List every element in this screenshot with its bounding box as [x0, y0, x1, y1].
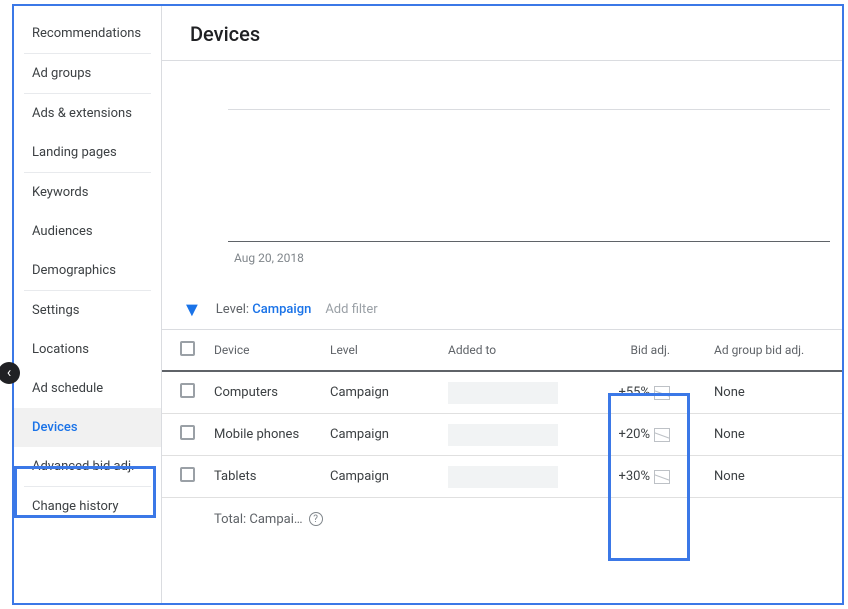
cell-device[interactable]: Mobile phones: [212, 427, 330, 442]
sidebar-item-keywords[interactable]: Keywords: [24, 173, 151, 212]
cell-added-to: [448, 382, 558, 404]
sidebar-item-devices[interactable]: Devices: [14, 408, 161, 447]
info-icon[interactable]: ?: [309, 512, 323, 526]
sidebar-item-ads-extensions[interactable]: Ads & extensions: [24, 94, 151, 133]
cell-added-to: [448, 466, 558, 488]
sidebar-item-settings[interactable]: Settings: [24, 291, 151, 330]
sidebar-item-change-history[interactable]: Change history: [24, 487, 151, 526]
checkbox-all[interactable]: [180, 341, 195, 356]
chart-date-label: Aug 20, 2018: [234, 251, 304, 265]
cell-bid-adj[interactable]: +55%: [598, 385, 698, 400]
filter-chip-prefix: Level:: [216, 302, 252, 317]
sidebar: Recommendations Ad groups Ads & extensio…: [14, 6, 162, 603]
sidebar-item-ad-groups[interactable]: Ad groups: [24, 54, 151, 93]
table-row: Mobile phones Campaign +20% None: [162, 414, 842, 456]
col-header-adgroup-bid-adj[interactable]: Ad group bid adj.: [698, 343, 842, 357]
table-footer-row: Total: Campai…?: [162, 498, 842, 540]
table-row: Tablets Campaign +30% None: [162, 456, 842, 498]
sidebar-item-landing-pages[interactable]: Landing pages: [24, 133, 151, 172]
sidebar-item-audiences[interactable]: Audiences: [24, 212, 151, 251]
cell-device[interactable]: Computers: [212, 385, 330, 400]
chart-gridline: [228, 109, 830, 110]
sidebar-item-recommendations[interactable]: Recommendations: [24, 14, 151, 53]
checkbox-row[interactable]: [180, 467, 195, 482]
cell-bid-adj[interactable]: +20%: [598, 427, 698, 442]
col-header-device[interactable]: Device: [212, 343, 330, 357]
col-header-bid-adj[interactable]: Bid adj.: [598, 343, 698, 357]
table-row: Computers Campaign +55% None: [162, 372, 842, 414]
filter-icon[interactable]: ▼: [182, 299, 202, 319]
edit-icon[interactable]: [654, 386, 670, 400]
cell-bid-adj[interactable]: +30%: [598, 469, 698, 484]
chart-area: Aug 20, 2018: [162, 61, 842, 281]
cell-level: Campaign: [330, 385, 448, 400]
edit-icon[interactable]: [654, 470, 670, 484]
filter-bar: ▼ Level: Campaign Add filter: [162, 281, 842, 329]
edit-icon[interactable]: [654, 428, 670, 442]
checkbox-row[interactable]: [180, 425, 195, 440]
cell-adgroup-bid-adj: None: [698, 427, 842, 442]
sidebar-item-ad-schedule[interactable]: Ad schedule: [24, 369, 151, 408]
cell-level: Campaign: [330, 469, 448, 484]
sidebar-item-advanced-bid-adj[interactable]: Advanced bid adj.: [24, 447, 151, 486]
table-header-row: Device Level Added to Bid adj. Ad group …: [162, 330, 842, 372]
devices-table: Device Level Added to Bid adj. Ad group …: [162, 329, 842, 540]
sidebar-item-locations[interactable]: Locations: [24, 330, 151, 369]
add-filter[interactable]: Add filter: [325, 302, 377, 317]
checkbox-row[interactable]: [180, 383, 195, 398]
footer-total-label: Total: Campai…?: [212, 512, 330, 527]
cell-adgroup-bid-adj: None: [698, 469, 842, 484]
page-title: Devices: [162, 6, 842, 61]
col-header-added-to[interactable]: Added to: [448, 343, 598, 357]
filter-chip-level[interactable]: Level: Campaign: [216, 302, 312, 317]
sidebar-item-demographics[interactable]: Demographics: [24, 251, 151, 290]
cell-adgroup-bid-adj: None: [698, 385, 842, 400]
cell-device[interactable]: Tablets: [212, 469, 330, 484]
filter-chip-value: Campaign: [252, 302, 311, 317]
col-header-level[interactable]: Level: [330, 343, 448, 357]
chart-axis: [228, 241, 830, 242]
cell-added-to: [448, 424, 558, 446]
cell-level: Campaign: [330, 427, 448, 442]
main-panel: Devices Aug 20, 2018 ▼ Level: Campaign A…: [162, 6, 842, 603]
